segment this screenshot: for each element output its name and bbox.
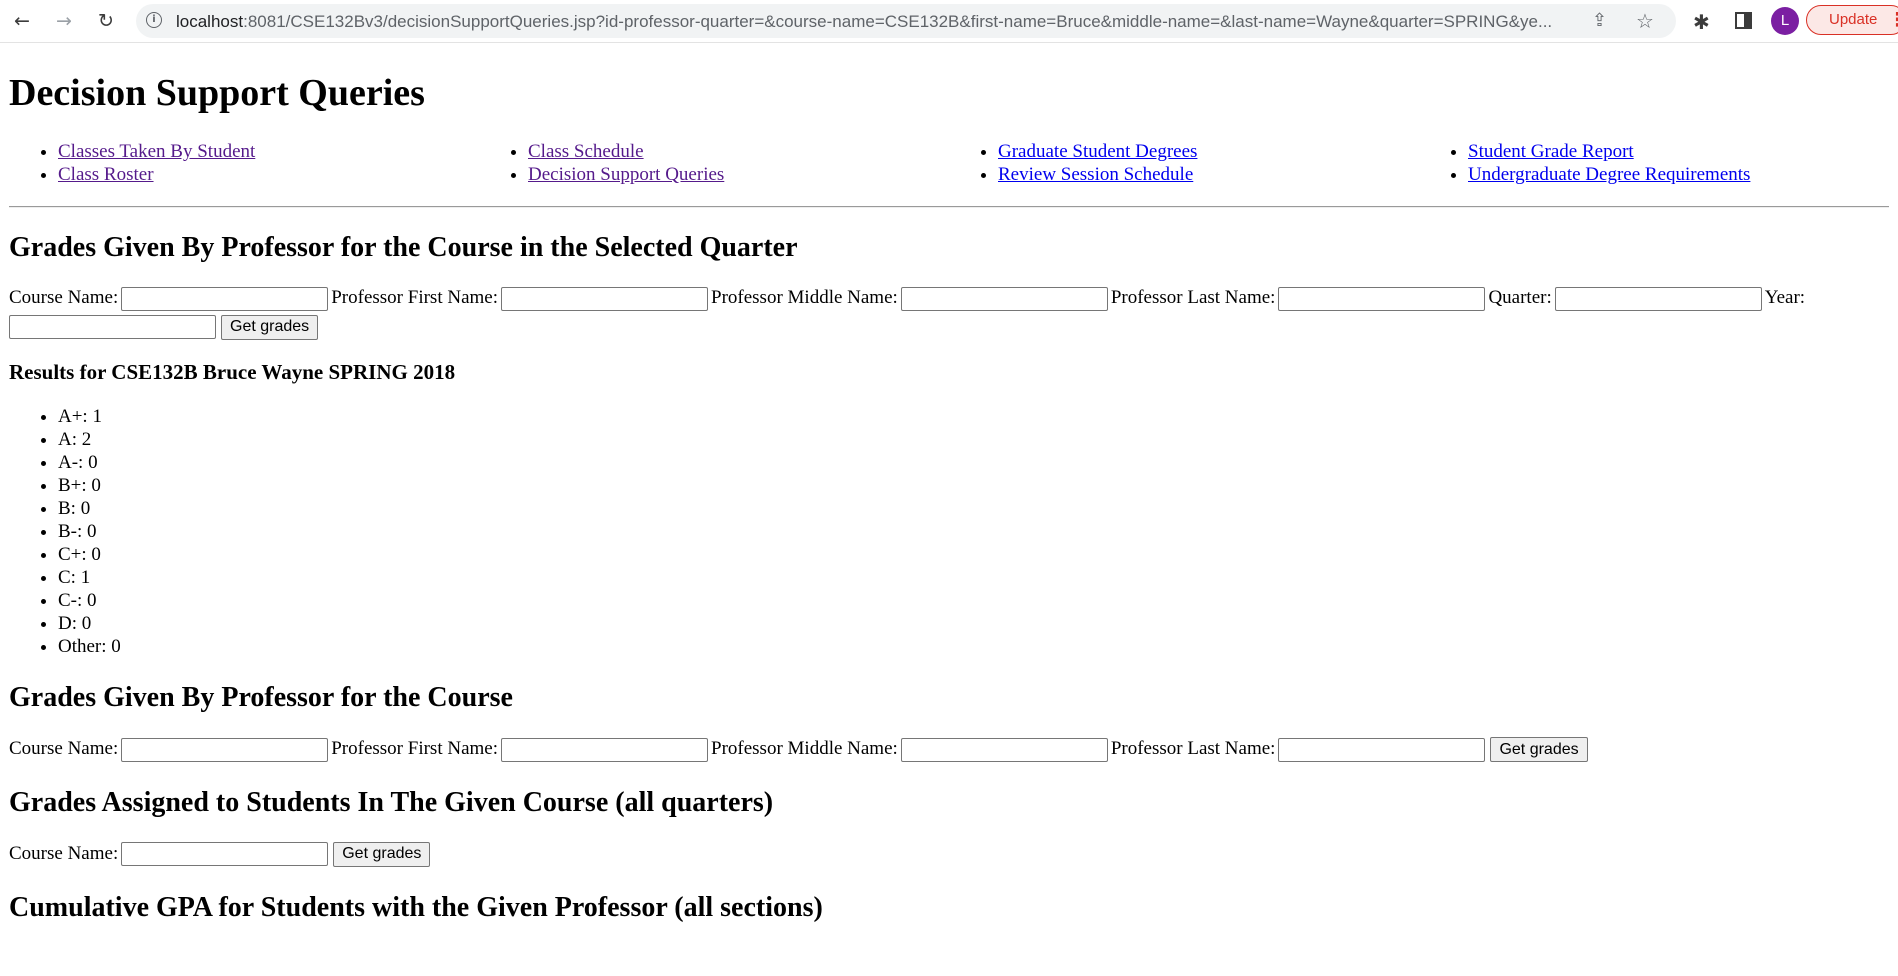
- course-name-input[interactable]: [121, 842, 329, 867]
- list-item: A+: 1: [58, 405, 1889, 428]
- list-item: A-: 0: [58, 451, 1889, 474]
- list-item: Other: 0: [58, 635, 1889, 658]
- course-grades-form: Course Name: Professor First Name: Profess…: [9, 735, 1889, 763]
- professor-middle-name-input[interactable]: [900, 287, 1108, 312]
- course-name-label: Course Name:: [9, 842, 119, 864]
- quarter-input[interactable]: [1554, 287, 1762, 312]
- page-content: Decision Support Queries Classes Taken B…: [9, 43, 1889, 944]
- list-item: D: 0: [58, 612, 1889, 635]
- course-name-label: Course Name:: [9, 287, 119, 309]
- results-title: Results for CSE132B Bruce Wayne SPRING 2…: [9, 360, 456, 385]
- side-panel-icon[interactable]: [1735, 12, 1752, 29]
- year-label: Year:: [1764, 287, 1806, 309]
- update-button[interactable]: Update: [1806, 5, 1898, 35]
- professor-last-name-label: Professor Last Name:: [1110, 737, 1276, 759]
- browser-toolbar: ← → ↻ i localhost:8081/CSE132Bv3/decisio…: [0, 0, 1898, 43]
- list-item: B+: 0: [58, 474, 1889, 497]
- professor-first-name-input[interactable]: [501, 737, 708, 762]
- bookmark-star-icon[interactable]: ☆: [1636, 9, 1654, 33]
- list-item: C: 1: [58, 566, 1889, 589]
- page-title: Decision Support Queries: [9, 72, 425, 114]
- course-name-input[interactable]: [121, 737, 329, 762]
- year-input[interactable]: [9, 315, 216, 340]
- forward-arrow-icon[interactable]: →: [52, 9, 76, 33]
- list-item: C-: 0: [58, 589, 1889, 612]
- quarter-label: Quarter:: [1488, 287, 1552, 309]
- site-info-icon[interactable]: i: [146, 12, 162, 28]
- address-bar[interactable]: i localhost:8081/CSE132Bv3/decisionSuppo…: [136, 4, 1676, 38]
- professor-middle-name-input[interactable]: [900, 737, 1108, 762]
- nav-item: Class Roster: [58, 163, 479, 186]
- section-title-quarter-grades: Grades Given By Professor for the Course…: [9, 231, 798, 263]
- nav-link-student-grade-report[interactable]: Student Grade Report: [1468, 141, 1634, 162]
- all-quarters-grades-form: Course Name: Get grades: [9, 840, 1889, 868]
- grade-results-list: A+: 1 A: 2 A-: 0 B+: 0 B: 0 B-: 0 C+: 0 …: [9, 405, 1889, 658]
- share-icon[interactable]: ⇪: [1592, 10, 1607, 31]
- professor-last-name-input[interactable]: [1278, 737, 1486, 762]
- url-path: :8081/CSE132Bv3/decisionSupportQueries.j…: [243, 12, 1553, 31]
- list-item: B-: 0: [58, 520, 1889, 543]
- section-title-course-grades: Grades Given By Professor for the Course: [9, 682, 513, 714]
- professor-first-name-label: Professor First Name:: [331, 737, 498, 759]
- nav-link-review-session-schedule[interactable]: Review Session Schedule: [998, 164, 1193, 185]
- nav-item: Undergraduate Degree Requirements: [1468, 163, 1889, 186]
- list-item: A: 2: [58, 428, 1889, 451]
- professor-last-name-input[interactable]: [1278, 287, 1486, 312]
- back-arrow-icon[interactable]: ←: [10, 9, 34, 33]
- professor-last-name-label: Professor Last Name:: [1110, 287, 1276, 309]
- nav-link-class-schedule[interactable]: Class Schedule: [528, 141, 644, 162]
- nav-item: Student Grade Report: [1468, 140, 1889, 163]
- nav-item: Class Schedule: [528, 140, 949, 163]
- nav-column-4: Student Grade Report Undergraduate Degre…: [1419, 140, 1889, 186]
- divider: [9, 205, 1889, 208]
- url-text[interactable]: localhost:8081/CSE132Bv3/decisionSupport…: [176, 12, 1556, 32]
- list-item: B: 0: [58, 497, 1889, 520]
- professor-middle-name-label: Professor Middle Name:: [711, 737, 898, 759]
- course-name-label: Course Name:: [9, 737, 119, 759]
- menu-kebab-icon[interactable]: ⋮: [1888, 9, 1898, 31]
- profile-avatar[interactable]: L: [1771, 7, 1799, 35]
- get-grades-button[interactable]: Get grades: [333, 841, 431, 867]
- nav-item: Classes Taken By Student: [58, 140, 479, 163]
- url-host: localhost: [176, 12, 244, 31]
- section-title-cumulative-gpa: Cumulative GPA for Students with the Giv…: [9, 891, 823, 923]
- list-item: C+: 0: [58, 543, 1889, 566]
- nav-column-2: Class Schedule Decision Support Queries: [479, 140, 949, 186]
- nav-links: Classes Taken By Student Class Roster Cl…: [9, 140, 1889, 186]
- nav-item: Graduate Student Degrees: [998, 140, 1419, 163]
- nav-item: Decision Support Queries: [528, 163, 949, 186]
- professor-middle-name-label: Professor Middle Name:: [711, 287, 898, 309]
- professor-first-name-label: Professor First Name:: [331, 287, 498, 309]
- nav-link-class-roster[interactable]: Class Roster: [58, 164, 154, 185]
- nav-link-decision-support-queries[interactable]: Decision Support Queries: [528, 164, 724, 185]
- nav-column-3: Graduate Student Degrees Review Session …: [949, 140, 1419, 186]
- quarter-grades-form: Course Name: Professor First Name: Profess…: [9, 284, 1889, 340]
- extensions-puzzle-icon[interactable]: ✱: [1693, 10, 1710, 34]
- nav-item: Review Session Schedule: [998, 163, 1419, 186]
- professor-first-name-input[interactable]: [501, 287, 708, 312]
- course-name-input[interactable]: [121, 287, 329, 312]
- section-title-all-quarters-grades: Grades Assigned to Students In The Given…: [9, 786, 774, 818]
- get-grades-button[interactable]: Get grades: [221, 314, 319, 340]
- nav-link-graduate-student-degrees[interactable]: Graduate Student Degrees: [998, 141, 1197, 162]
- get-grades-button[interactable]: Get grades: [1490, 737, 1588, 763]
- nav-link-undergraduate-degree-requirements[interactable]: Undergraduate Degree Requirements: [1468, 164, 1750, 185]
- reload-icon[interactable]: ↻: [94, 9, 118, 33]
- nav-link-classes-taken-by-student[interactable]: Classes Taken By Student: [58, 141, 255, 162]
- nav-column-1: Classes Taken By Student Class Roster: [9, 140, 479, 186]
